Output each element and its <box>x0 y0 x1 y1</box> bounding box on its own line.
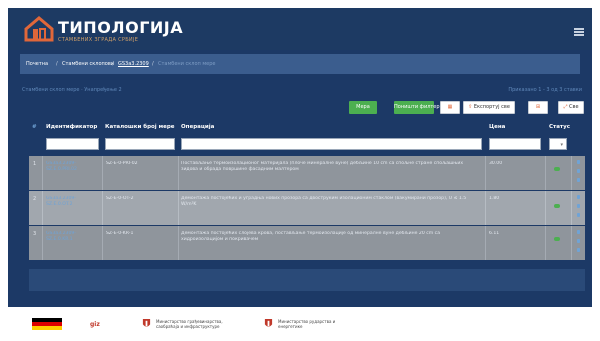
grid-divider <box>42 156 43 190</box>
grid-divider <box>42 191 43 225</box>
breadcrumb-separator: / <box>152 61 154 67</box>
column-header-price[interactable]: Цена <box>489 124 505 130</box>
table-caption: Стамбени склоп мере · Унапређење 2 <box>22 87 122 93</box>
delete-icon[interactable] <box>577 248 580 252</box>
view-icon[interactable] <box>577 195 580 199</box>
view-icon[interactable] <box>577 230 580 234</box>
price-cell: 1.80 <box>489 196 500 201</box>
serbia-coat-of-arms-icon <box>142 319 151 327</box>
grid-divider <box>42 226 43 260</box>
grid-divider <box>571 191 572 225</box>
grid-icon: ▦ <box>447 104 453 110</box>
catalog-cell: SZ-E-0-KR-1 <box>106 231 134 236</box>
reset-filter-button[interactable]: Поништи филтер <box>394 101 440 114</box>
table-row[interactable]: 1 GS3a3.2309-SZ.E.0.PRI.02 SZ-E-0-PRI-02… <box>29 156 585 190</box>
identifier-filter-input[interactable] <box>46 138 99 150</box>
price-cell: 30.00 <box>489 161 503 166</box>
catalog-cell: SZ-E-0-PRI-02 <box>106 161 138 166</box>
columns-icon: ⊞ <box>535 104 541 110</box>
row-number: 3 <box>33 231 37 237</box>
grid-divider <box>545 191 546 225</box>
grid-divider <box>571 156 572 190</box>
ministry-construction-name: Министарство грађевинарства, саобраћаја … <box>156 319 223 329</box>
edit-icon[interactable] <box>577 204 580 208</box>
pagination-summary: Приказано 1 - 3 од 3 ставки <box>508 87 582 93</box>
columns-button[interactable]: ⊞ <box>528 101 548 114</box>
catalog-cell: SZ-E-0-OT-2 <box>106 196 134 201</box>
row-number-header: # <box>32 124 37 130</box>
breadcrumb-separator: / <box>56 61 58 67</box>
grid-divider <box>178 226 179 260</box>
brand-title[interactable]: ТИПОЛОГИЈА <box>58 18 183 37</box>
view-icon[interactable] <box>577 160 580 164</box>
grid-divider <box>102 226 103 260</box>
status-active-indicator <box>554 204 560 208</box>
expand-icon: ⤢ <box>563 104 568 110</box>
row-number: 1 <box>33 161 37 167</box>
grid-divider <box>485 226 486 260</box>
grid-divider <box>571 226 572 260</box>
delete-icon[interactable] <box>577 178 580 182</box>
main-content-panel: Почетна / Стамбени склопови / GS3a3.2309… <box>8 50 592 307</box>
price-filter-input[interactable] <box>489 138 541 150</box>
grid-toggle-button[interactable]: ▦ <box>440 101 460 114</box>
top-navbar: ТИПОЛОГИЈА СТАМБЕНИХ ЗГРАДА СРБИЈЕ <box>8 8 592 50</box>
show-all-button[interactable]: ⤢ Све <box>558 101 584 114</box>
row-number: 2 <box>33 196 37 202</box>
delete-icon[interactable] <box>577 213 580 217</box>
export-all-button[interactable]: ⇪ Експортуј све <box>463 101 515 114</box>
app-root: ТИПОЛОГИЈА СТАМБЕНИХ ЗГРАДА СРБИЈЕ Почет… <box>0 0 600 341</box>
operation-cell: Демонтажа постојећих слојева крова, пост… <box>181 231 441 242</box>
table-row[interactable]: 2 GS3a3.2309-SZ.E.0.OT.2 SZ-E-0-OT-2 Дем… <box>29 191 585 225</box>
ministry-energy-name: Министарство рударства и енергетике <box>278 319 336 329</box>
grid-divider <box>485 191 486 225</box>
table-footer-bar <box>29 269 585 291</box>
edit-icon[interactable] <box>577 239 580 243</box>
grid-divider <box>545 156 546 190</box>
breadcrumb-separator: / <box>112 61 114 67</box>
status-active-indicator <box>554 237 560 241</box>
partners-footer: giz Министарство грађевинарства, саобраћ… <box>0 307 600 341</box>
grid-divider <box>102 191 103 225</box>
breadcrumb: Почетна / Стамбени склопови / GS3a3.2309… <box>20 54 580 74</box>
operation-cell: Демонтажа постојећих и уградња нових про… <box>181 196 467 207</box>
german-cooperation-logo <box>32 318 62 330</box>
grid-divider <box>178 191 179 225</box>
column-header-catalog[interactable]: Каталошки број мере <box>105 124 175 130</box>
giz-logo: giz <box>90 321 100 328</box>
hamburger-menu-icon[interactable] <box>574 28 584 36</box>
grid-divider <box>102 156 103 190</box>
column-header-status[interactable]: Статус <box>549 124 570 130</box>
export-all-label: Експортуј све <box>473 104 510 110</box>
grid-divider <box>485 156 486 190</box>
house-logo-icon[interactable] <box>24 16 54 42</box>
edit-icon[interactable] <box>577 169 580 173</box>
identifier-cell[interactable]: GS3a3.2309-SZ.E.0.KR.1 <box>46 231 100 257</box>
show-all-label: Све <box>569 104 579 110</box>
operation-cell: Постављање термоизолационог материјала (… <box>181 161 464 172</box>
brand-subtitle: СТАМБЕНИХ ЗГРАДА СРБИЈЕ <box>58 37 139 43</box>
breadcrumb-level1-link[interactable]: Стамбени склопови <box>62 61 114 67</box>
breadcrumb-level2-link[interactable]: GS3a3.2309 <box>118 61 149 67</box>
column-header-identifier[interactable]: Идентификатор <box>46 124 97 130</box>
table-row[interactable]: 3 GS3a3.2309-SZ.E.0.KR.1 SZ-E-0-KR-1 Дем… <box>29 226 585 260</box>
breadcrumb-home-link[interactable]: Почетна <box>26 61 48 67</box>
measure-button[interactable]: Мера <box>349 101 377 114</box>
chevron-down-icon: ▾ <box>560 142 563 148</box>
grid-divider <box>178 156 179 190</box>
status-filter-select[interactable]: ▾ <box>549 138 567 150</box>
status-active-indicator <box>554 167 560 171</box>
price-cell: 6.11 <box>489 231 500 236</box>
serbia-coat-of-arms-icon <box>264 319 273 327</box>
grid-divider <box>545 226 546 260</box>
operation-filter-input[interactable] <box>181 138 482 150</box>
column-header-operation[interactable]: Операција <box>181 124 214 130</box>
catalog-filter-input[interactable] <box>105 138 175 150</box>
breadcrumb-current: Стамбени склоп мере <box>158 61 216 67</box>
identifier-cell[interactable]: GS3a3.2309-SZ.E.0.OT.2 <box>46 196 100 222</box>
identifier-cell[interactable]: GS3a3.2309-SZ.E.0.PRI.02 <box>46 161 100 187</box>
export-icon: ⇪ <box>468 104 473 110</box>
